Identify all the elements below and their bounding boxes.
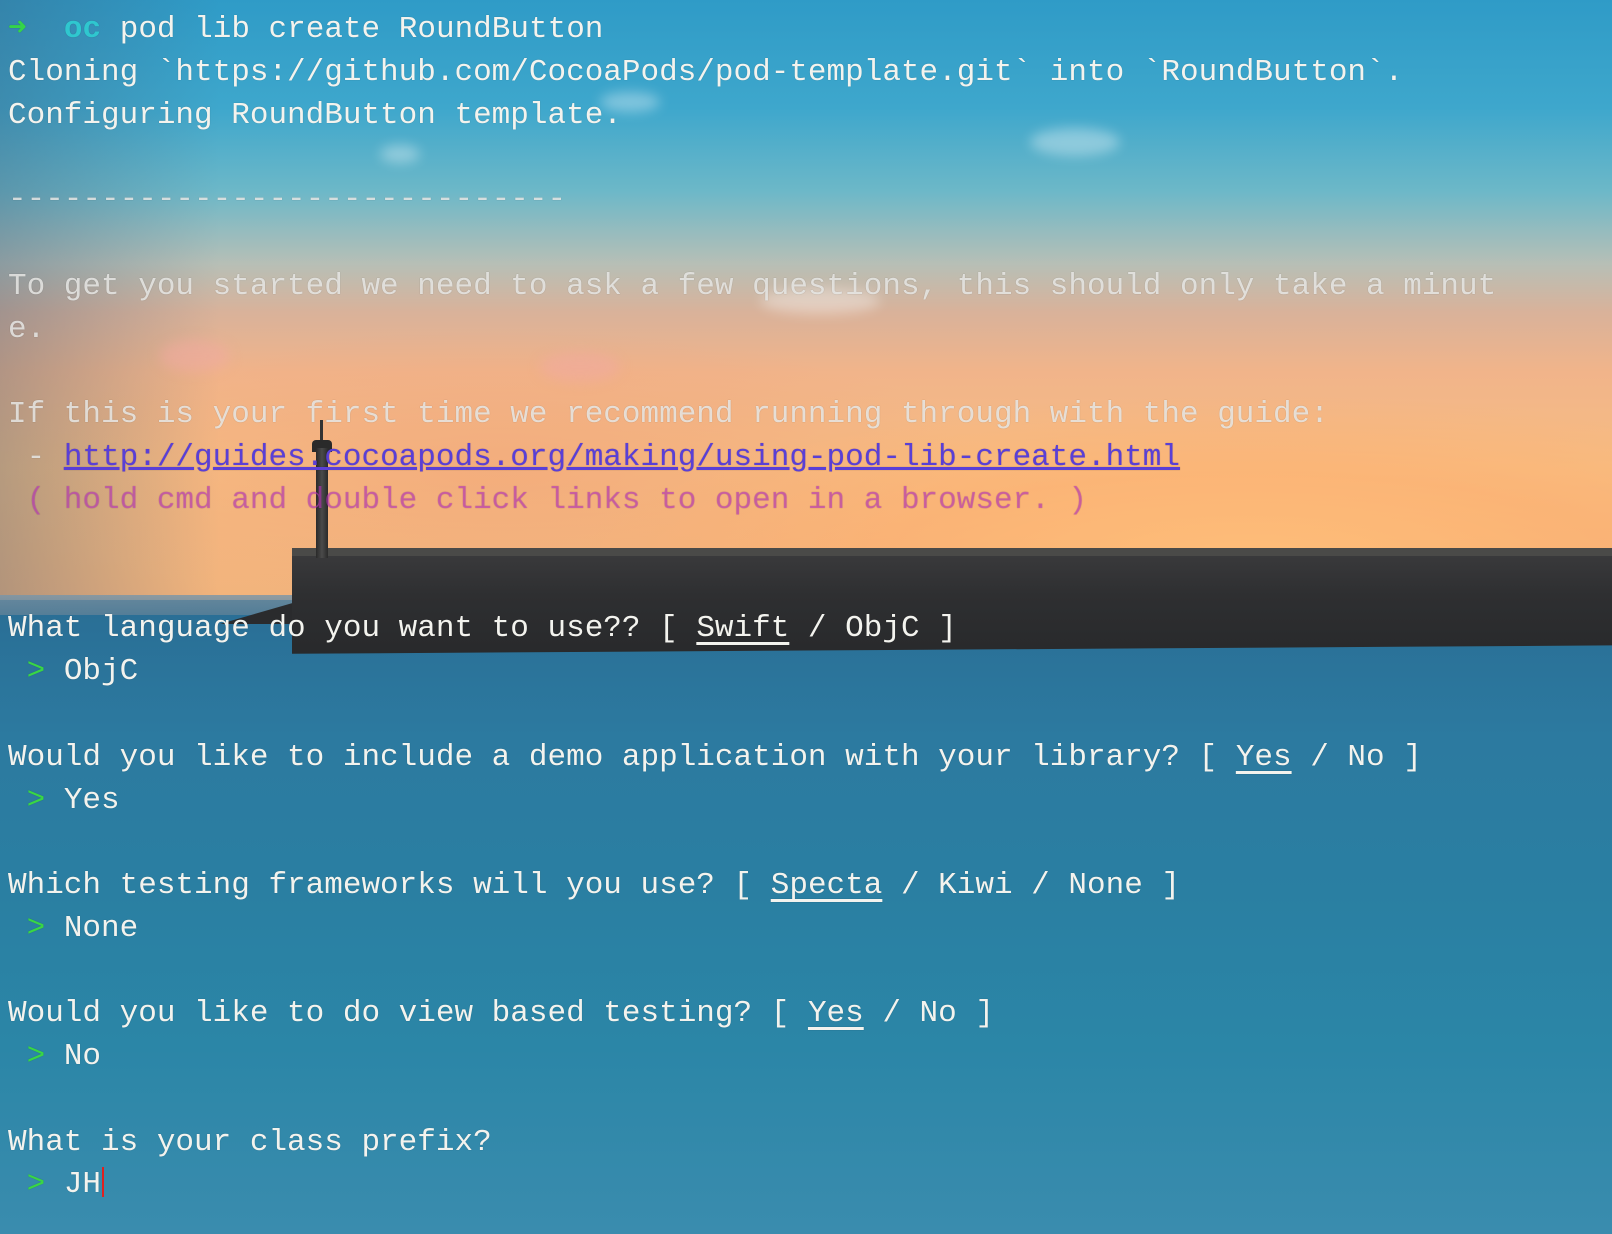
question-options: / ObjC ]	[789, 611, 957, 646]
cloud	[160, 340, 230, 372]
prompt-arrow-icon: ➜	[8, 12, 27, 47]
pier-top	[292, 548, 1612, 556]
intro-line-1: To get you started we need to ask a few …	[8, 269, 1497, 304]
default-option: Swift	[696, 611, 790, 646]
text-cursor	[102, 1167, 105, 1197]
question-options: / Kiwi / None ]	[882, 868, 1181, 903]
question-class-prefix: What is your class prefix?	[8, 1125, 492, 1160]
answer-class-prefix[interactable]: > JH	[8, 1167, 105, 1203]
separator-line: ------------------------------	[8, 182, 567, 217]
answer-prompt: >	[8, 1167, 64, 1202]
configuring-line: Configuring RoundButton template.	[8, 98, 622, 133]
guide-line: If this is your first time we recommend …	[8, 397, 1329, 432]
answer-prompt: >	[8, 654, 64, 689]
guide-link-line: - http://guides.cocoapods.org/making/usi…	[8, 440, 1180, 476]
cloud	[380, 145, 420, 163]
question-language: What language do you want to use?? [ Swi…	[8, 611, 957, 647]
answer-language: > ObjC	[8, 654, 139, 690]
answer-prompt: >	[8, 911, 64, 946]
cloud	[540, 352, 620, 382]
cloning-line: Cloning `https://github.com/CocoaPods/po…	[8, 55, 1404, 90]
guide-bullet: -	[8, 440, 64, 475]
answer-demo-app: > Yes	[8, 783, 120, 819]
answer-text: Yes	[63, 783, 120, 818]
command-line: ➜ oc pod lib create RoundButton	[8, 12, 603, 48]
question-text: Would you like to do view based testing?…	[8, 996, 808, 1031]
guide-link[interactable]: http://guides.cocoapods.org/making/using…	[64, 440, 1180, 475]
question-text: Would you like to include a demo applica…	[8, 740, 1236, 775]
question-options: / No ]	[1291, 740, 1422, 775]
default-option: Yes	[807, 996, 864, 1031]
default-option: Specta	[770, 868, 883, 903]
command-text: pod lib create RoundButton	[119, 12, 604, 47]
cloud	[1030, 128, 1120, 156]
default-option: Yes	[1235, 740, 1292, 775]
question-view-testing: Would you like to do view based testing?…	[8, 996, 994, 1032]
question-options: / No ]	[863, 996, 994, 1031]
answer-text: None	[63, 911, 139, 946]
question-demo-app: Would you like to include a demo applica…	[8, 740, 1422, 776]
answer-testing-framework: > None	[8, 911, 139, 947]
current-directory: oc	[63, 12, 102, 47]
guide-hint: ( hold cmd and double click links to ope…	[8, 483, 1087, 518]
intro-line-2: e.	[8, 312, 46, 347]
question-text: What language do you want to use?? [	[8, 611, 697, 646]
answer-prompt: >	[8, 783, 64, 818]
question-testing-framework: Which testing frameworks will you use? […	[8, 868, 1180, 904]
answer-input-text[interactable]: JH	[64, 1167, 101, 1202]
answer-view-testing: > No	[8, 1039, 101, 1075]
question-text: Which testing frameworks will you use? [	[8, 868, 771, 903]
answer-text: ObjC	[63, 654, 139, 689]
answer-text: No	[63, 1039, 102, 1074]
answer-prompt: >	[8, 1039, 64, 1074]
